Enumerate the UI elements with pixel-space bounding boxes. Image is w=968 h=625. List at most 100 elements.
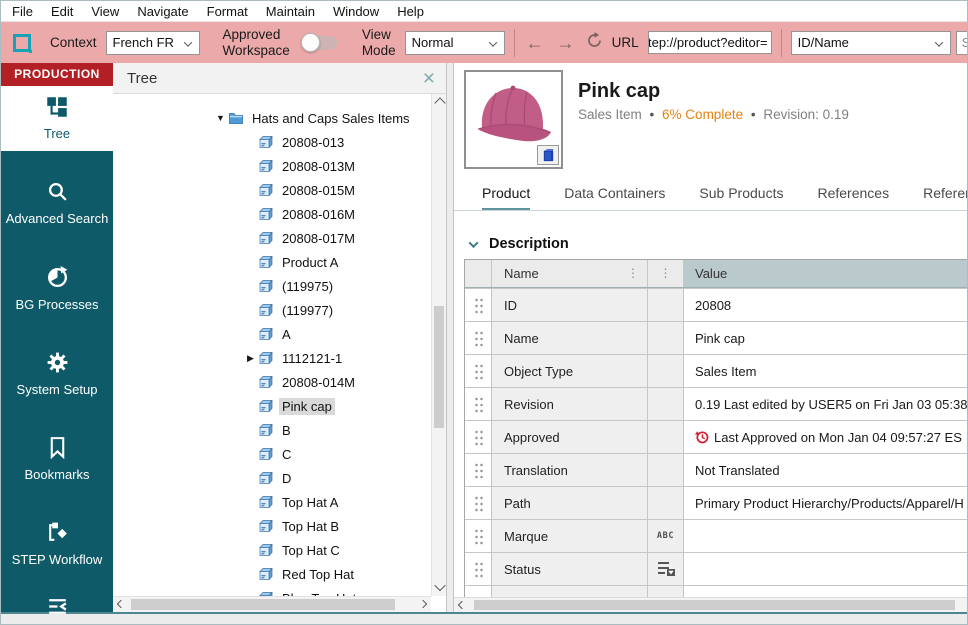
scrollbar-thumb[interactable] [474,600,955,610]
context-select[interactable]: French FR [105,30,200,55]
attribute-value-cell[interactable]: Primary Product Hierarchy/Products/Appar… [683,487,967,519]
drag-handle-icon[interactable] [473,461,483,479]
menu-edit[interactable]: Edit [42,4,82,19]
attribute-value-cell[interactable]: Not Translated [683,454,967,486]
tree-item-b[interactable]: B [113,418,446,442]
tree-item-pink-cap[interactable]: Pink cap [113,394,446,418]
close-icon[interactable]: × [423,68,435,89]
tree-item-d[interactable]: D [113,466,446,490]
attribute-row-approved[interactable]: Approved Last Approved on Mon Jan 04 09:5… [465,420,967,453]
tree-item-top-hat-b[interactable]: Top Hat B [113,514,446,538]
tree-item-a[interactable]: A [113,322,446,346]
tree-item-1112121-1[interactable]: ▶ 1112121-1 [113,346,446,370]
column-menu-icon[interactable]: ⋮ [660,267,672,279]
drag-handle-icon[interactable] [473,494,483,512]
product-icon [258,326,275,342]
drag-handle-icon[interactable] [473,395,483,413]
product-icon [258,422,275,438]
attribute-row-id[interactable]: ID 20808 [465,288,967,321]
menu-view[interactable]: View [82,4,128,19]
scroll-down-icon[interactable] [434,579,446,592]
tree-item-119977[interactable]: (119977) [113,298,446,322]
tree-item-hats-and-caps-sales-items[interactable]: ▼ Hats and Caps Sales Items [113,106,446,130]
expanded-arrow-icon[interactable]: ▼ [213,113,228,123]
sidebar-item-advanced-search[interactable]: Advanced Search [1,171,113,236]
tree-item-20808-017m[interactable]: 20808-017M [113,226,446,250]
scroll-left-icon[interactable] [116,599,126,609]
drag-handle-icon[interactable] [473,362,483,380]
selection-square-icon[interactable] [13,33,32,53]
tree-item-top-hat-a[interactable]: Top Hat A [113,490,446,514]
tab-product[interactable]: Product [482,185,531,210]
attribute-row-path[interactable]: Path Primary Product Hierarchy/Products/A… [465,486,967,519]
attribute-row-status[interactable]: Status [465,552,967,585]
collapsed-arrow-icon[interactable]: ▶ [243,353,258,364]
sidebar-item-system-setup[interactable]: System Setup [1,342,113,407]
tree-horizontal-scrollbar[interactable] [113,596,431,612]
tab-referenced-by[interactable]: Referenced By [923,185,967,210]
drag-handle-icon[interactable] [473,527,483,545]
menu-file[interactable]: File [3,4,42,19]
menu-maintain[interactable]: Maintain [257,4,324,19]
attribute-value-cell[interactable] [683,520,967,552]
tree-item-c[interactable]: C [113,442,446,466]
drag-handle-icon[interactable] [473,560,483,578]
menu-format[interactable]: Format [198,4,257,19]
url-input[interactable]: step://product?editor= [647,31,772,54]
view-mode-select[interactable]: Normal [404,30,505,55]
tree-item-20808-014m[interactable]: 20808-014M [113,370,446,394]
collapse-section-icon[interactable] [468,237,479,248]
scroll-right-icon[interactable] [418,599,428,609]
refresh-icon[interactable] [586,31,603,54]
description-section-header[interactable]: Description [468,236,967,252]
attribute-row-name[interactable]: Name Pink cap [465,321,967,354]
drag-handle-icon[interactable] [473,428,483,446]
back-icon[interactable]: ← [524,34,546,52]
tab-sub-products[interactable]: Sub Products [699,185,783,210]
attribute-value-cell[interactable] [683,553,967,585]
tree-item-20808-013[interactable]: 20808-013 [113,130,446,154]
approved-workspace-toggle[interactable] [300,32,337,52]
tree-item-red-top-hat[interactable]: Red Top Hat [113,562,446,586]
scrollbar-thumb[interactable] [131,599,395,610]
sidebar-item-bg-processes[interactable]: BG Processes [1,257,113,322]
tree-vertical-scrollbar[interactable] [431,94,446,596]
drag-handle-icon[interactable] [473,329,483,347]
menu-navigate[interactable]: Navigate [128,4,197,19]
attribute-row-translation[interactable]: Translation Not Translated [465,453,967,486]
scrollbar-thumb[interactable] [434,306,444,428]
product-image[interactable] [464,70,563,169]
attribute-value-cell[interactable]: Pink cap [683,322,967,354]
tree-item-20808-013m[interactable]: 20808-013M [113,154,446,178]
table-horizontal-scrollbar[interactable] [454,597,967,612]
attribute-row-object-type[interactable]: Object Type Sales Item [465,354,967,387]
menu-window[interactable]: Window [324,4,388,19]
column-menu-icon[interactable]: ⋮ [627,267,639,279]
tree-item-119975[interactable]: (119975) [113,274,446,298]
search-input[interactable]: S [955,30,967,55]
tab-data-containers[interactable]: Data Containers [564,185,665,210]
tree-item-label: 20808-016M [282,206,355,222]
tree-item-top-hat-c[interactable]: Top Hat C [113,538,446,562]
scroll-left-icon[interactable] [457,600,467,610]
attribute-value-cell[interactable]: 20808 [683,289,967,321]
id-name-select[interactable]: ID/Name [790,30,951,55]
sidebar-item-step-workflow[interactable]: STEP Workflow [1,512,113,577]
attribute-value-cell[interactable]: Last Approved on Mon Jan 04 09:57:27 ES [683,421,967,453]
sidebar-item-bookmarks[interactable]: Bookmarks [1,427,113,492]
product-header: Pink cap Sales Item • 6% Complete • Revi… [454,63,967,176]
attribute-row-revision[interactable]: Revision 0.19 Last edited by USER5 on Fri… [465,387,967,420]
tab-references[interactable]: References [817,185,889,210]
attribute-value-cell[interactable]: Sales Item [683,355,967,387]
tree-item-20808-015m[interactable]: 20808-015M [113,178,446,202]
sidebar-item-tree[interactable]: Tree [1,86,113,152]
tree-item-product-a[interactable]: Product A [113,250,446,274]
tree-item-20808-016m[interactable]: 20808-016M [113,202,446,226]
attribute-row-marque[interactable]: Marque ABC [465,519,967,552]
forward-icon[interactable]: → [555,34,577,52]
menu-help[interactable]: Help [388,4,433,19]
name-column-header: Name ⋮ [491,260,647,287]
drag-handle-icon[interactable] [473,296,483,314]
attribute-value-cell[interactable]: 0.19 Last edited by USER5 on Fri Jan 03 … [683,388,967,420]
scroll-up-icon[interactable] [434,97,446,109]
